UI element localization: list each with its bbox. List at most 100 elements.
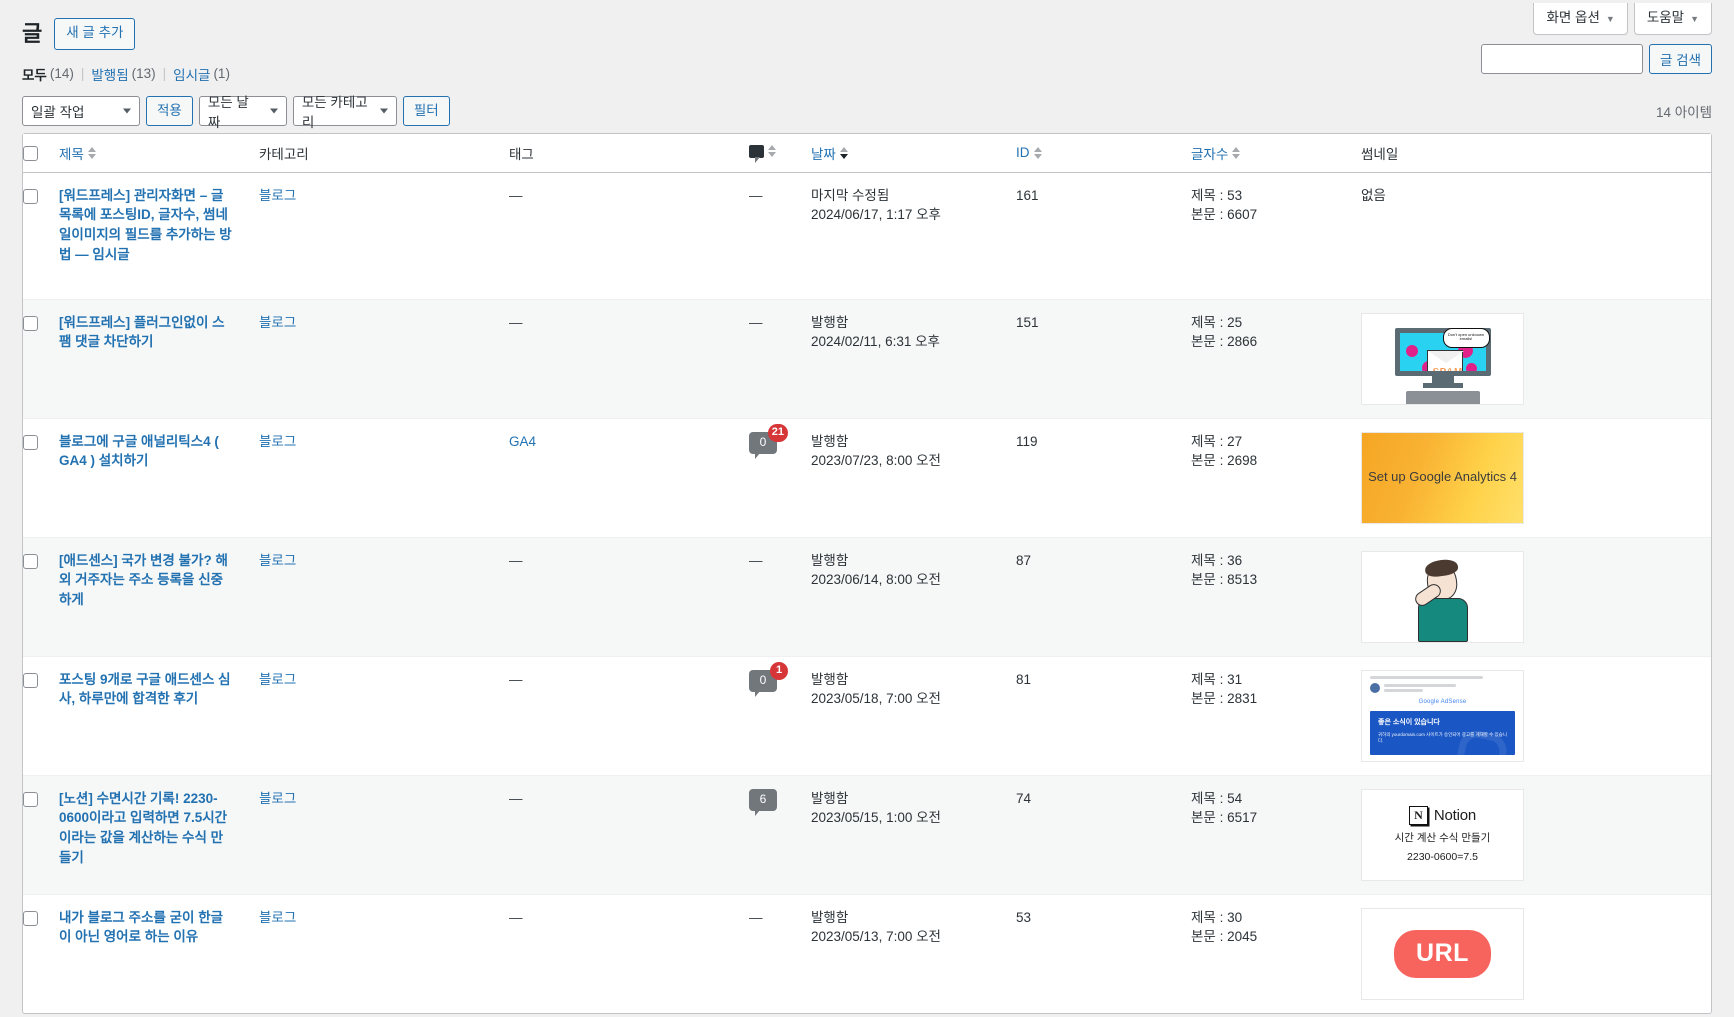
row-charcount-cell: 제목 : 27 본문 : 2698 <box>1191 417 1361 537</box>
post-category-link[interactable]: 블로그 <box>259 910 296 925</box>
post-title-link[interactable]: [애드센스] 국가 변경 불가? 해외 거주자는 주소 등록을 신중하게 <box>59 551 234 610</box>
notion-thumb-equation: 2230-0600=7.5 <box>1407 850 1478 863</box>
post-title-link[interactable]: [워드프레스] 플러그인없이 스팸 댓글 차단하기 <box>59 313 234 352</box>
post-id-value: 161 <box>1016 187 1039 203</box>
post-title-link[interactable]: 포스팅 9개로 구글 애드센스 심사, 하루만에 합격한 후기 <box>59 670 234 709</box>
page-title: 글 <box>22 20 43 46</box>
sort-arrows-icon[interactable] <box>87 146 96 159</box>
row-date-cell: 발행함 2024/02/11, 6:31 오후 <box>811 298 1016 418</box>
row-checkbox[interactable] <box>23 791 38 807</box>
status-filter-published-label[interactable]: 발행됨 <box>91 64 128 84</box>
post-tag-value: — <box>509 671 523 687</box>
post-date-value: 2023/07/23, 8:00 오전 <box>811 453 941 469</box>
post-title-link[interactable]: [노션] 수면시간 기록! 2230-0600이라고 입력하면 7.5시간이라는… <box>59 789 234 867</box>
post-title-charcount: 제목 : 53 <box>1191 187 1243 203</box>
post-tag-link[interactable]: GA4 <box>509 434 536 449</box>
bulk-actions-select[interactable]: 일괄 작업 <box>22 95 140 126</box>
column-header-id-label[interactable]: ID <box>1016 145 1030 160</box>
column-header-date-label[interactable]: 날짜 <box>811 143 836 163</box>
sort-arrows-icon[interactable] <box>768 145 776 158</box>
column-header-title-label[interactable]: 제목 <box>59 143 84 163</box>
row-tag-cell: — <box>509 893 749 1013</box>
row-charcount-cell: 제목 : 31 본문 : 2831 <box>1191 655 1361 775</box>
post-category-link[interactable]: 블로그 <box>259 434 296 449</box>
status-filter-published-count: (13) <box>131 66 156 82</box>
filter-button[interactable]: 필터 <box>402 95 450 126</box>
date-filter-select[interactable]: 모든 날짜 <box>198 95 287 130</box>
select-all-checkbox[interactable] <box>23 145 38 161</box>
comment-count-wrapper[interactable]: 0 1 <box>749 661 788 697</box>
status-filter-draft-label[interactable]: 임시글 <box>173 64 210 84</box>
row-checkbox[interactable] <box>23 434 38 450</box>
table-row: [애드센스] 국가 변경 불가? 해외 거주자는 주소 등록을 신중하게 블로그… <box>23 536 1711 656</box>
row-checkbox[interactable] <box>23 188 38 204</box>
post-tag-value: — <box>509 552 523 568</box>
comment-pending-badge[interactable]: 21 <box>767 423 788 442</box>
row-category-cell: 블로그 <box>259 893 509 1013</box>
post-category-link[interactable]: 블로그 <box>259 791 296 806</box>
table-row: 내가 블로그 주소를 굳이 한글이 아닌 영어로 하는 이유 블로그 — — 발… <box>23 893 1711 1013</box>
comment-count-wrapper[interactable]: 6 <box>749 788 777 816</box>
post-thumbnail-image: SPAM Don't open unknown emails! <box>1361 312 1524 405</box>
row-title-cell: [노션] 수면시간 기록! 2230-0600이라고 입력하면 7.5시간이라는… <box>59 774 259 894</box>
column-header-thumbnail: 썸네일 <box>1361 133 1711 173</box>
column-header-title[interactable]: 제목 <box>59 133 259 173</box>
category-filter-select[interactable]: 모든 카테고리 <box>292 95 397 130</box>
row-category-cell: 블로그 <box>259 417 509 537</box>
help-button[interactable]: 도움말 ▼ <box>1633 3 1712 36</box>
post-id-value: 53 <box>1016 909 1032 925</box>
column-header-comments[interactable] <box>749 133 811 173</box>
row-checkbox[interactable] <box>23 672 38 688</box>
row-thumbnail-cell: SPAM Don't open unknown emails! <box>1361 298 1711 418</box>
column-header-date[interactable]: 날짜 <box>811 133 1016 173</box>
comment-pending-badge[interactable]: 1 <box>770 661 788 680</box>
post-comments-value: — <box>749 552 763 568</box>
sort-arrows-icon[interactable] <box>1033 146 1042 159</box>
add-new-post-button[interactable]: 새 글 추가 <box>54 18 136 50</box>
row-title-cell: 포스팅 9개로 구글 애드센스 심사, 하루만에 합격한 후기 <box>59 655 259 775</box>
status-filter-published[interactable]: 발행됨 (13) <box>91 64 155 84</box>
post-category-link[interactable]: 블로그 <box>259 672 296 687</box>
search-submit-button[interactable]: 글 검색 <box>1648 44 1712 74</box>
row-thumbnail-cell: 없음 <box>1361 173 1711 299</box>
post-thumbnail-image: URL <box>1361 907 1524 1000</box>
post-body-charcount: 본문 : 8513 <box>1191 572 1258 588</box>
status-filter-draft[interactable]: 임시글 (1) <box>173 64 230 84</box>
comment-count-wrapper[interactable]: 0 21 <box>749 423 788 459</box>
column-header-charcount-label[interactable]: 글자수 <box>1191 143 1228 163</box>
post-title-link[interactable]: [워드프레스] 관리자화면 – 글 목록에 포스팅ID, 글자수, 썸네일이미지… <box>59 186 234 264</box>
screen-options-button[interactable]: 화면 옵션 ▼ <box>1533 3 1628 36</box>
row-date-cell: 마지막 수정됨 2024/06/17, 1:17 오후 <box>811 173 1016 299</box>
post-title-link[interactable]: 내가 블로그 주소를 굳이 한글이 아닌 영어로 하는 이유 <box>59 908 234 947</box>
table-row: 블로그에 구글 애널리틱스4 ( GA4 ) 설치하기 블로그 GA4 0 21… <box>23 417 1711 537</box>
post-body-charcount: 본문 : 2045 <box>1191 929 1258 945</box>
sort-arrows-icon[interactable] <box>839 146 848 159</box>
post-body-charcount: 본문 : 2831 <box>1191 691 1258 707</box>
row-checkbox[interactable] <box>23 910 38 926</box>
row-date-cell: 발행함 2023/06/14, 8:00 오전 <box>811 536 1016 656</box>
post-search-box: 글 검색 <box>1480 44 1712 74</box>
post-thumbnail-image <box>1361 550 1524 643</box>
post-id-value: 151 <box>1016 314 1039 330</box>
sort-arrows-icon[interactable] <box>1232 146 1241 159</box>
column-header-charcount[interactable]: 글자수 <box>1191 133 1361 173</box>
row-comments-cell: 0 1 <box>749 655 811 775</box>
displaying-num: 14 아이템 <box>1655 104 1712 120</box>
row-checkbox-cell <box>23 893 59 1013</box>
post-category-link[interactable]: 블로그 <box>259 188 296 203</box>
adsense-headline: 좋은 소식이 있습니다 <box>1378 718 1440 726</box>
post-title-link[interactable]: 블로그에 구글 애널리틱스4 ( GA4 ) 설치하기 <box>59 432 234 471</box>
comment-bubble-icon[interactable]: 6 <box>749 788 777 816</box>
row-tag-cell: — <box>509 536 749 656</box>
apply-bulk-action-button[interactable]: 적용 <box>146 95 193 126</box>
status-filter-all[interactable]: 모두 (14) <box>22 64 74 84</box>
search-input[interactable] <box>1480 44 1643 74</box>
row-checkbox[interactable] <box>23 315 38 331</box>
row-checkbox[interactable] <box>23 553 38 569</box>
column-header-id[interactable]: ID <box>1016 133 1191 173</box>
post-category-link[interactable]: 블로그 <box>259 553 296 568</box>
post-id-value: 119 <box>1016 433 1038 449</box>
post-category-link[interactable]: 블로그 <box>259 315 296 330</box>
date-filter-value: 모든 날짜 <box>207 94 249 130</box>
row-id-cell: 119 <box>1016 417 1191 537</box>
